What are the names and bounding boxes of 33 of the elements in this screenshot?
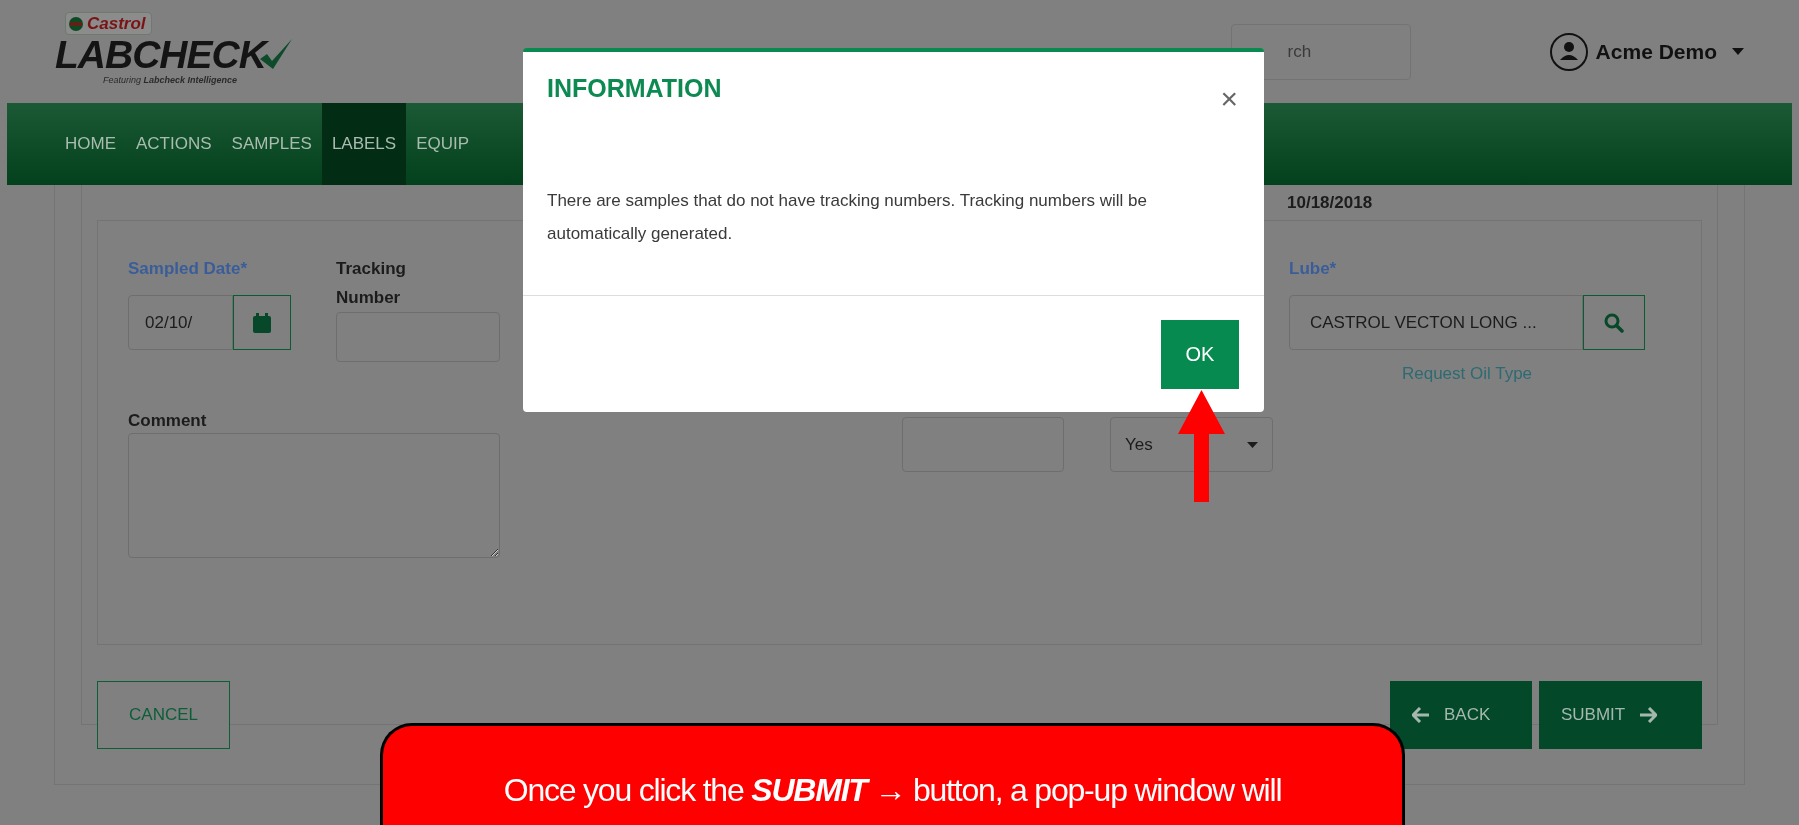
nav-tab[interactable]: HOME xyxy=(55,103,126,185)
user-menu[interactable]: Acme Demo xyxy=(1548,31,1744,72)
search-icon xyxy=(1604,312,1624,333)
calendar-icon xyxy=(253,312,271,333)
submit-button[interactable]: SUBMIT xyxy=(1539,681,1702,749)
arrow-right-icon xyxy=(1639,707,1658,723)
caret-icon xyxy=(1732,48,1744,55)
ok-button[interactable]: OK xyxy=(1161,320,1239,389)
dialog-title: INFORMATION xyxy=(547,74,722,103)
nav-tab[interactable]: EQUIP xyxy=(406,103,480,185)
nav-tab[interactable]: ACTIONS xyxy=(126,103,222,185)
comment-field[interactable] xyxy=(128,433,500,558)
arrow-left-icon xyxy=(1412,707,1430,723)
user-icon xyxy=(1548,31,1589,72)
field-label: Sampled Date* xyxy=(128,258,249,280)
lube-field[interactable]: CASTROL VECTON LONG ... xyxy=(1289,295,1583,350)
search-button[interactable] xyxy=(1583,295,1645,350)
nav-tab[interactable]: SAMPLES xyxy=(221,103,322,185)
calendar-button[interactable] xyxy=(233,295,291,350)
close-button[interactable]: × xyxy=(1220,84,1238,114)
dialog-message: There are samples that do not have tracking numbers. Tracking numbers will be automatically generated. xyxy=(523,184,1264,296)
field-label: Lube* xyxy=(1289,258,1338,280)
logo-tagline: Featuring Labcheck Intelligence xyxy=(103,75,238,85)
search-field[interactable]: rch xyxy=(1230,23,1411,80)
field-label: Tracking Number xyxy=(336,258,407,309)
caret-icon xyxy=(1247,441,1258,448)
callout-text: Once you click the SUBMIT → button, a pop-up window will xyxy=(502,772,1283,809)
brand-logo: Castrol xyxy=(65,12,152,35)
field-label: Comment xyxy=(128,411,208,431)
back-button[interactable]: BACK xyxy=(1390,681,1532,749)
date-heading: 10/18/2018 xyxy=(1287,192,1373,213)
date-field[interactable]: 02/10/ xyxy=(128,295,233,350)
nav-tab[interactable]: LABELS xyxy=(321,103,407,185)
